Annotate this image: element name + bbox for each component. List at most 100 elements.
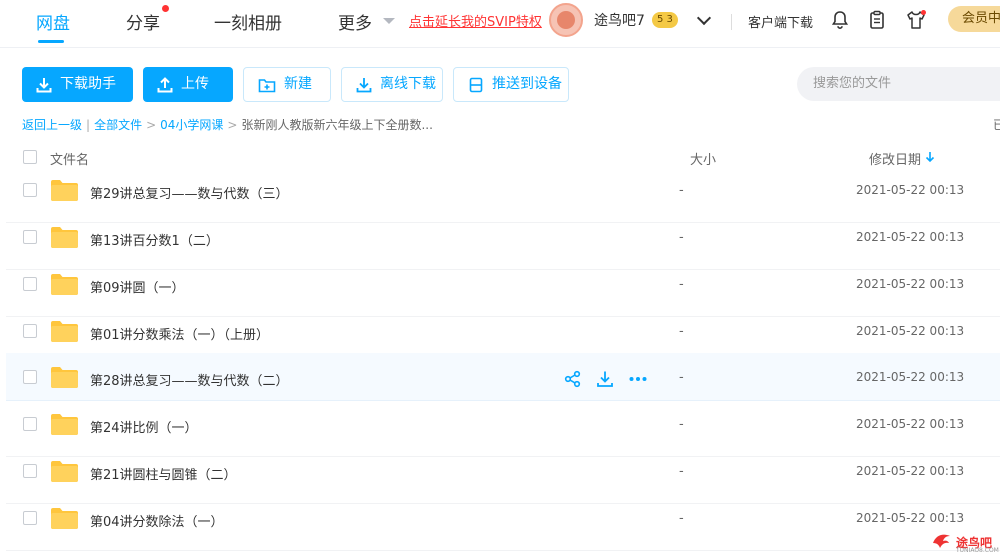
- table-row[interactable]: 第29讲总复习——数与代数（三） - 2021-05-22 00:13: [6, 176, 1000, 223]
- upload-icon: [157, 76, 173, 92]
- table-row[interactable]: 第24讲比例（一） - 2021-05-22 00:13: [6, 410, 1000, 457]
- breadcrumb: 返回上一级 | 全部文件 >04小学网课 > 张新刚人教版新六年级上下全册数...: [22, 118, 433, 132]
- file-name[interactable]: 第29讲总复习——数与代数（三）: [90, 183, 289, 202]
- file-date: 2021-05-22 00:13: [856, 324, 965, 338]
- folder-icon: [51, 367, 78, 388]
- row-checkbox[interactable]: [23, 464, 37, 478]
- row-checkbox[interactable]: [23, 277, 37, 291]
- file-name[interactable]: 第24讲比例（一）: [90, 417, 198, 436]
- row-checkbox[interactable]: [23, 183, 37, 197]
- breadcrumb-folder[interactable]: 04小学网课: [160, 118, 223, 132]
- download-icon: [36, 77, 52, 92]
- chevron-down-icon[interactable]: [696, 10, 712, 26]
- folder-icon: [51, 180, 78, 201]
- vip-center-button[interactable]: 会员中: [948, 6, 1000, 32]
- file-date: 2021-05-22 00:13: [856, 511, 965, 525]
- row-checkbox[interactable]: [23, 511, 37, 525]
- row-actions: [564, 370, 648, 388]
- row-checkbox[interactable]: [23, 417, 37, 431]
- bird-logo-icon: [933, 534, 950, 548]
- tab-netdisk[interactable]: 网盘: [36, 9, 70, 34]
- file-name[interactable]: 第13讲百分数1（二）: [90, 230, 219, 249]
- row-checkbox[interactable]: [23, 324, 37, 338]
- push-to-device-button[interactable]: 推送到设备: [453, 67, 569, 102]
- tab-album[interactable]: 一刻相册: [214, 9, 282, 34]
- new-folder-icon: [258, 78, 276, 92]
- tab-more[interactable]: 更多: [338, 9, 372, 34]
- folder-icon: [51, 414, 78, 435]
- download-helper-button[interactable]: 下载助手: [22, 67, 133, 102]
- watermark-subtext: TUNIAO8.COM: [956, 547, 999, 554]
- device-icon: [469, 77, 483, 92]
- file-name[interactable]: 第09讲圆（一）: [90, 277, 185, 296]
- folder-icon: [51, 508, 78, 529]
- file-name[interactable]: 第04讲分数除法（一）: [90, 511, 224, 530]
- breadcrumb-current: 张新刚人教版新六年级上下全册数...: [241, 118, 433, 132]
- file-date: 2021-05-22 00:13: [856, 464, 965, 478]
- truncated-status-text: 已: [993, 118, 1000, 132]
- new-label: 新建: [284, 76, 312, 92]
- table-header: 文件名 大小 修改日期: [0, 140, 1000, 176]
- client-download-link[interactable]: 客户端下载: [748, 12, 813, 31]
- breadcrumb-all-files[interactable]: 全部文件: [94, 118, 142, 132]
- svip-renew-link[interactable]: 点击延长我的SVIP特权: [409, 11, 542, 30]
- divider: [731, 14, 732, 30]
- more-icon[interactable]: [628, 370, 648, 388]
- column-name[interactable]: 文件名: [50, 149, 89, 168]
- table-row[interactable]: 第13讲百分数1（二） - 2021-05-22 00:13: [6, 223, 1000, 270]
- file-size: -: [679, 511, 684, 526]
- file-size: -: [679, 183, 684, 198]
- file-date: 2021-05-22 00:13: [856, 230, 965, 244]
- tab-share[interactable]: 分享: [126, 9, 160, 34]
- back-link[interactable]: 返回上一级: [22, 118, 82, 132]
- file-name[interactable]: 第28讲总复习——数与代数（二）: [90, 370, 289, 389]
- file-date: 2021-05-22 00:13: [856, 277, 965, 291]
- row-checkbox[interactable]: [23, 230, 37, 244]
- shirt-icon[interactable]: [905, 9, 927, 31]
- select-all-checkbox[interactable]: [23, 150, 37, 164]
- new-folder-button[interactable]: 新建: [243, 67, 331, 102]
- download-icon[interactable]: [596, 370, 614, 388]
- folder-icon: [51, 321, 78, 342]
- caret-down-icon[interactable]: [383, 18, 395, 24]
- share-icon[interactable]: [564, 370, 582, 388]
- file-size: -: [679, 417, 684, 432]
- push-to-device-label: 推送到设备: [492, 76, 562, 92]
- table-row[interactable]: 第04讲分数除法（一） - 2021-05-22 00:13: [6, 504, 1000, 551]
- top-bar: 网盘 分享 一刻相册 更多 点击延长我的SVIP特权 途鸟吧7 5 3 客户端下…: [0, 0, 1000, 48]
- column-size[interactable]: 大小: [690, 149, 716, 168]
- upload-label: 上传: [181, 76, 209, 92]
- table-row[interactable]: 第09讲圆（一） - 2021-05-22 00:13: [6, 270, 1000, 317]
- offline-download-button[interactable]: 离线下载: [341, 67, 443, 102]
- bell-icon[interactable]: [829, 9, 851, 31]
- active-tab-indicator: [38, 40, 64, 43]
- download-helper-label: 下载助手: [60, 76, 116, 92]
- row-checkbox[interactable]: [23, 370, 37, 384]
- username[interactable]: 途鸟吧7: [594, 10, 645, 30]
- file-size: -: [679, 464, 684, 479]
- file-date: 2021-05-22 00:13: [856, 183, 965, 197]
- folder-icon: [51, 227, 78, 248]
- watermark-logo: 途鸟吧 TUNIAO8.COM: [930, 527, 1000, 555]
- search-input[interactable]: 搜索您的文件: [797, 67, 1000, 101]
- file-size: -: [679, 370, 684, 385]
- column-date[interactable]: 修改日期: [869, 149, 921, 168]
- file-name[interactable]: 第01讲分数乘法（一）（上册）: [90, 324, 269, 343]
- avatar[interactable]: [549, 3, 583, 37]
- table-row-hovered[interactable]: 第28讲总复习——数与代数（二） - 2021-05-22 00:13: [6, 353, 1000, 401]
- table-row[interactable]: 第21讲圆柱与圆锥（二） - 2021-05-22 00:13: [6, 457, 1000, 504]
- sort-down-icon[interactable]: [925, 151, 935, 163]
- clipboard-icon[interactable]: [866, 9, 888, 31]
- file-size: -: [679, 230, 684, 245]
- notification-dot: [162, 5, 169, 12]
- offline-download-label: 离线下载: [380, 76, 436, 92]
- folder-icon: [51, 274, 78, 295]
- file-size: -: [679, 324, 684, 339]
- offline-download-icon: [356, 77, 372, 92]
- folder-icon: [51, 461, 78, 482]
- level-badge: 5 3: [652, 12, 678, 28]
- file-name[interactable]: 第21讲圆柱与圆锥（二）: [90, 464, 237, 483]
- file-date: 2021-05-22 00:13: [856, 370, 965, 384]
- file-date: 2021-05-22 00:13: [856, 417, 965, 431]
- upload-button[interactable]: 上传: [143, 67, 233, 102]
